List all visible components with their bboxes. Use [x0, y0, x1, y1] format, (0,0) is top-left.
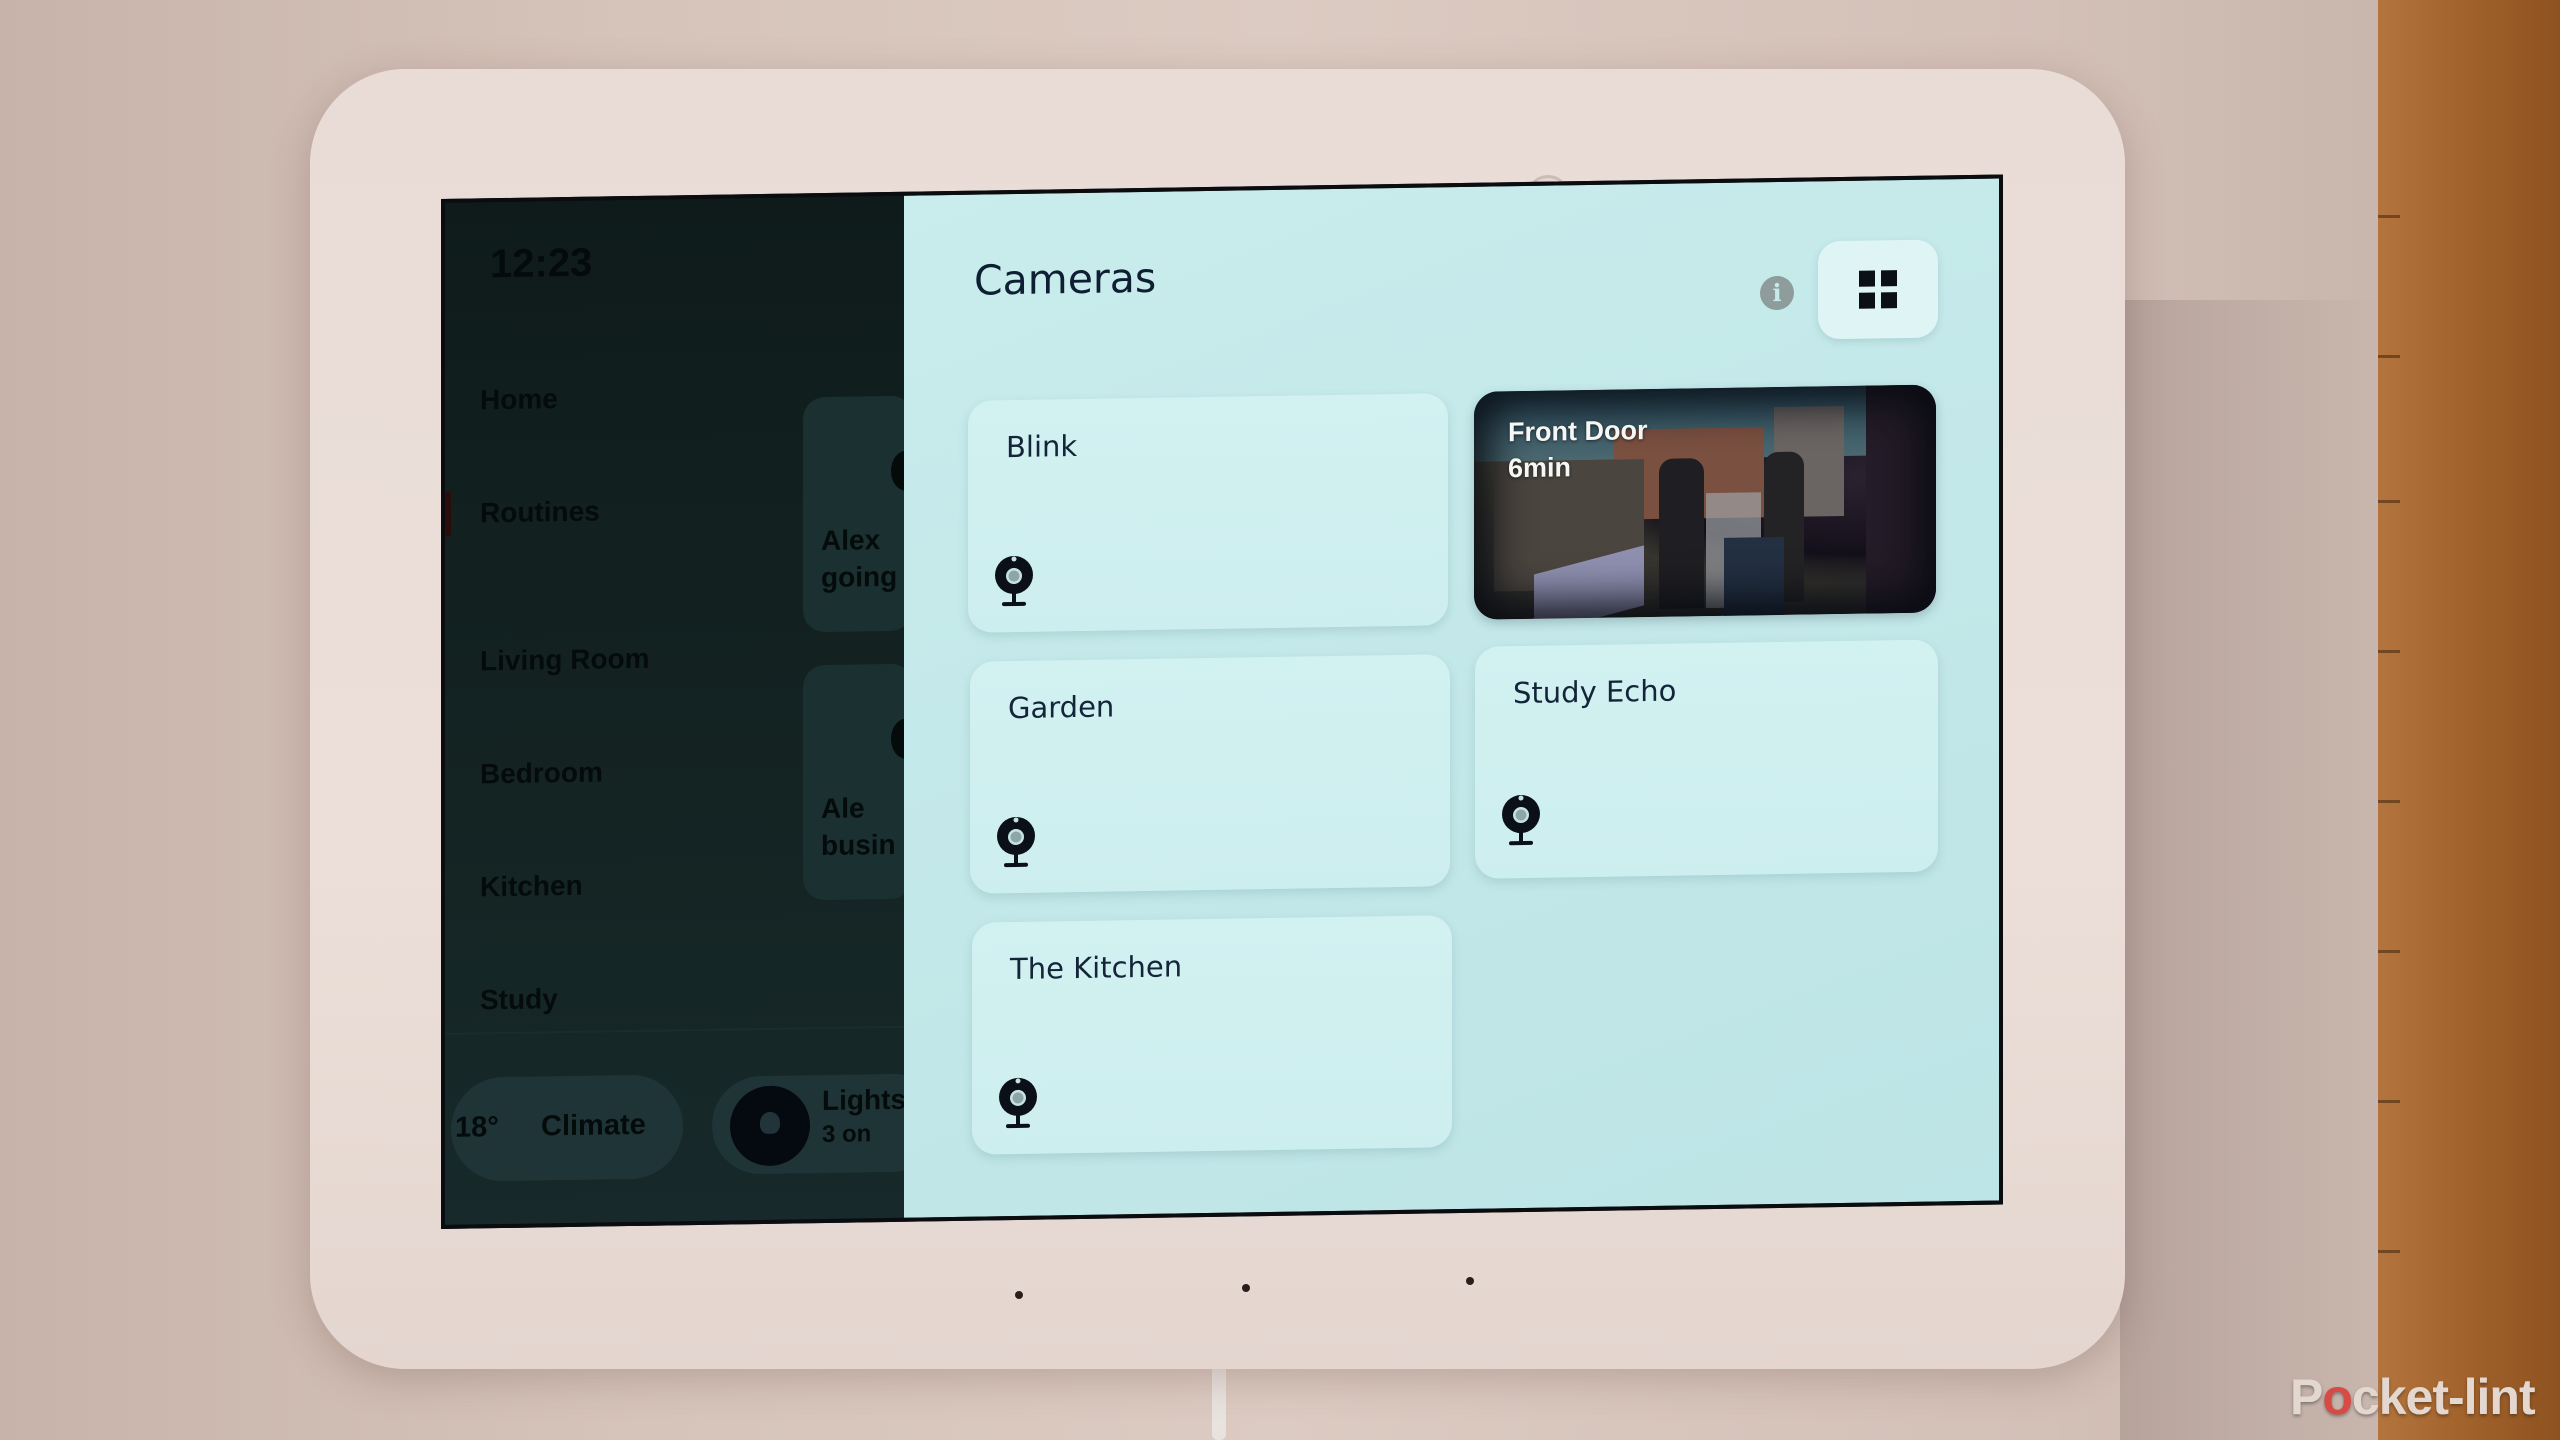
- last-updated: 6min: [1508, 452, 1572, 484]
- sidebar-item-bedroom[interactable]: Bedroom: [480, 756, 603, 790]
- watermark-prefix: P: [2290, 1369, 2323, 1425]
- sidebar-item-study[interactable]: Study: [480, 983, 558, 1016]
- webcam-icon: [997, 816, 1035, 868]
- sidebar-item-kitchen[interactable]: Kitchen: [480, 870, 583, 904]
- wooden-door-frame: [2378, 0, 2560, 1440]
- sidebar: 12:23 Home Routines Living Room Bedroom …: [445, 195, 942, 1225]
- routine-card[interactable]: Alex going: [803, 395, 921, 633]
- pocketlint-watermark: Pocket-lint: [2290, 1368, 2536, 1426]
- camera-name: Study Echo: [1513, 673, 1677, 711]
- power-icon: o: [2322, 1369, 2353, 1425]
- routine-title: Ale: [821, 792, 865, 825]
- grid-view-button[interactable]: [1818, 239, 1938, 340]
- ruler-mark: [2378, 950, 2400, 953]
- lights-status: 3 on: [822, 1120, 872, 1149]
- camera-card-study-echo[interactable]: Study Echo: [1475, 639, 1938, 879]
- info-icon[interactable]: i: [1760, 275, 1794, 311]
- webcam-icon: [1502, 795, 1540, 846]
- ruler-mark: [2378, 650, 2400, 653]
- watermark-suffix: cket-lint: [2351, 1369, 2536, 1425]
- ruler-mark: [2378, 355, 2400, 358]
- cameras-panel: Cameras i Blink Front Door 6min Garden S…: [904, 178, 1999, 1218]
- camera-card-front-door[interactable]: Front Door 6min: [1474, 384, 1936, 620]
- active-indicator: [445, 490, 451, 537]
- climate-label: Climate: [541, 1108, 646, 1143]
- grid-icon: [1859, 270, 1897, 309]
- webcam-icon: [995, 555, 1033, 607]
- webcam-icon: [999, 1077, 1037, 1129]
- microphone-dot: [1015, 1291, 1023, 1299]
- clock: 12:23: [490, 240, 593, 287]
- camera-name: Garden: [1008, 689, 1115, 726]
- device-screen: 12:23 Home Routines Living Room Bedroom …: [441, 174, 2003, 1229]
- camera-name: Front Door: [1508, 415, 1648, 448]
- camera-card-garden[interactable]: Garden: [970, 654, 1450, 894]
- routine-title: Alex: [821, 524, 881, 557]
- camera-name: The Kitchen: [1010, 949, 1183, 987]
- ruler-mark: [2378, 1100, 2400, 1103]
- temperature-value: 18°: [455, 1111, 499, 1144]
- sidebar-item-routines[interactable]: Routines: [480, 496, 600, 530]
- ruler-mark: [2378, 800, 2400, 803]
- camera-card-blink[interactable]: Blink: [968, 393, 1448, 633]
- routine-subtitle: busin: [821, 828, 896, 862]
- ruler-mark: [2378, 1250, 2400, 1253]
- microphone-dot: [1242, 1284, 1250, 1292]
- sidebar-item-living-room[interactable]: Living Room: [480, 643, 650, 678]
- climate-button[interactable]: 18° Climate: [451, 1074, 683, 1182]
- routine-card[interactable]: Ale busin: [803, 663, 921, 901]
- camera-card-the-kitchen[interactable]: The Kitchen: [972, 915, 1452, 1155]
- ruler-mark: [2378, 215, 2400, 218]
- wall-shadow: [2120, 300, 2380, 1440]
- routine-subtitle: going: [821, 560, 898, 594]
- microphone-dot: [1466, 1277, 1474, 1285]
- camera-name: Blink: [1006, 429, 1078, 465]
- divider: [445, 1025, 904, 1035]
- page-title: Cameras: [974, 253, 1157, 305]
- lights-label: Lights: [822, 1083, 906, 1117]
- ruler-mark: [2378, 500, 2400, 503]
- lightbulb-icon: [730, 1085, 810, 1167]
- sidebar-item-home[interactable]: Home: [480, 383, 558, 416]
